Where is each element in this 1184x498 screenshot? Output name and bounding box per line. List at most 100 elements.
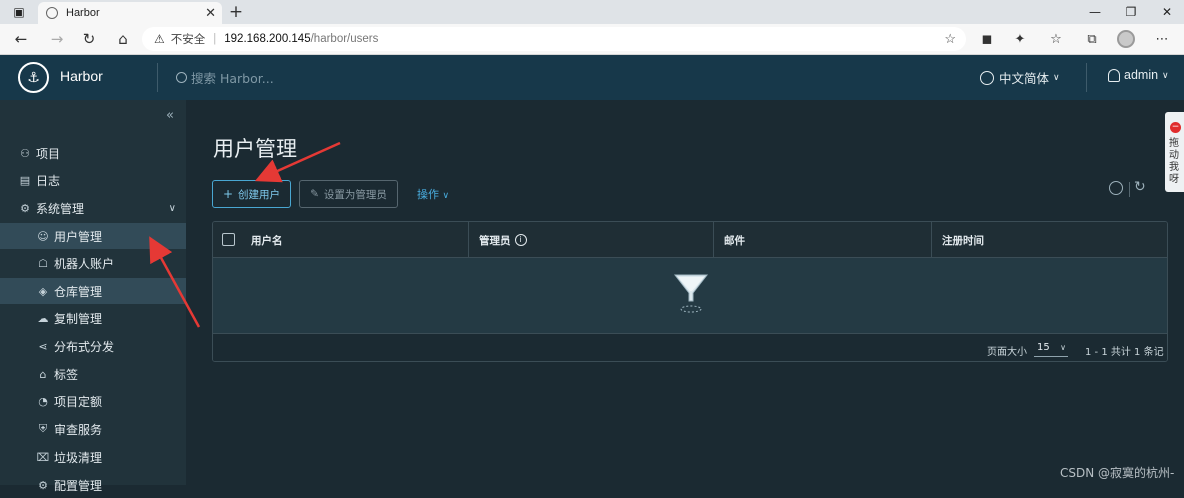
total-records: 1 - 1 共计 1 条记录 [1085, 347, 1164, 358]
maximize-icon[interactable]: ❐ [1114, 0, 1148, 24]
harbor-logo-icon[interactable]: ⚓ [18, 62, 49, 93]
user-menu[interactable]: admin ∨ [1108, 68, 1169, 82]
table-body-empty [213, 258, 1167, 333]
sidebar-item-label: 分布式分发 [54, 339, 115, 354]
quota-icon: ◔ [38, 394, 48, 408]
reload-icon[interactable]: ↻ [76, 27, 102, 51]
sidebar-item-label: 垃圾清理 [54, 450, 103, 465]
sidebar-item-administration[interactable]: ⚙ 系统管理 ∨ [0, 195, 186, 221]
search-icon[interactable] [1109, 181, 1123, 195]
warning-icon: ⚠ [154, 32, 165, 46]
table-footer: 页面大小 15 ∨ 1 - 1 共计 1 条记录 [213, 333, 1167, 361]
sidebar: « ⚇ 项目 ▤ 日志 ⚙ 系统管理 ∨ ☺ 用户管理 ☖ 机器人账户 ◈ 仓库… [0, 100, 186, 493]
chevron-down-icon: ∨ [442, 191, 450, 201]
new-tab-button[interactable]: + [226, 0, 246, 24]
users-icon: ☺ [37, 229, 49, 243]
set-admin-label: 设置为管理员 [323, 188, 387, 201]
chevron-down-icon: ∨ [168, 202, 176, 214]
back-icon[interactable]: ← [8, 27, 34, 51]
page-size-value: 15 [1037, 342, 1050, 353]
more-menu-icon[interactable]: ⋯ [1150, 27, 1174, 51]
page-size-label: 页面大小 [987, 347, 1027, 358]
harbor-favicon-icon [46, 7, 58, 19]
close-window-icon[interactable]: ✕ [1150, 0, 1184, 24]
global-search[interactable]: 搜索 Harbor... [176, 68, 274, 87]
page-size-select[interactable]: 15 ∨ [1034, 339, 1068, 357]
collapse-sidebar-icon[interactable]: « [166, 108, 174, 123]
logs-icon: ▤ [19, 173, 31, 187]
sidebar-item-quotas[interactable]: ◔ 项目定额 [0, 388, 186, 414]
feedback-tab[interactable]: − 拖动我呀 [1165, 112, 1184, 192]
replication-icon: ☁ [37, 311, 49, 325]
column-header-email[interactable]: 邮件 [713, 222, 931, 258]
collections-icon[interactable]: ⧉ [1080, 27, 1104, 51]
minimize-icon[interactable]: — [1078, 0, 1112, 24]
column-label: 用户名 [251, 234, 283, 247]
sidebar-item-scanners[interactable]: ⛨ 审查服务 [0, 416, 186, 442]
globe-icon [980, 70, 994, 85]
header-divider [1086, 63, 1087, 92]
refresh-icon[interactable]: ↻ [1134, 179, 1146, 195]
sidebar-item-projects[interactable]: ⚇ 项目 [0, 140, 186, 166]
security-label: 不安全 [170, 34, 206, 46]
set-admin-button[interactable]: ✎ 设置为管理员 [299, 180, 398, 208]
watermark: CSDN @寂寞的杭州- [1060, 466, 1175, 480]
extensions-puzzle-icon[interactable]: ✦ [1008, 27, 1032, 51]
minus-badge-icon[interactable]: − [1170, 122, 1181, 133]
projects-icon: ⚇ [20, 146, 30, 160]
sidebar-item-labels[interactable]: ⌂ 标签 [0, 361, 186, 387]
registry-icon: ◈ [38, 284, 48, 298]
column-header-username[interactable]: 用户名 [241, 222, 468, 258]
forward-icon[interactable]: → [44, 27, 70, 51]
sidebar-item-users[interactable]: ☺ 用户管理 [0, 223, 186, 249]
sidebar-item-label: 复制管理 [54, 311, 103, 326]
profile-icon[interactable] [1114, 27, 1138, 51]
close-tab-icon[interactable]: ✕ [205, 5, 216, 21]
create-user-button[interactable]: + 创建用户 [212, 180, 291, 208]
table-header: 用户名 管理员 i 邮件 注册时间 [213, 222, 1167, 258]
search-input[interactable]: 搜索 Harbor... [191, 68, 274, 87]
main-content: 用户管理 + 创建用户 ✎ 设置为管理员 操作 ∨ ↻ 用户名 管理员 i 邮件… [186, 100, 1184, 485]
sidebar-item-configuration[interactable]: ⚙ 配置管理 [0, 472, 186, 498]
search-icon [176, 72, 187, 83]
sidebar-item-label: 项目 [36, 146, 61, 161]
chevron-down-icon: ∨ [1162, 69, 1169, 80]
wrench-icon: ✎ [310, 188, 319, 200]
operations-dropdown[interactable]: 操作 ∨ [417, 186, 449, 202]
column-header-registration-time[interactable]: 注册时间 [931, 222, 1167, 258]
address-toolbar: ← → ↻ ⌂ ⚠ 不安全 | 192.168.200.145/harbor/u… [0, 24, 1184, 55]
url-bar[interactable]: ⚠ 不安全 | 192.168.200.145/harbor/users ☆ [142, 27, 966, 51]
tag-icon: ⌂ [39, 367, 47, 381]
sidebar-item-label: 用户管理 [54, 229, 103, 244]
robot-icon: ☖ [38, 256, 48, 270]
select-all-checkbox[interactable] [222, 233, 235, 246]
favorites-icon[interactable]: ☆ [1044, 27, 1068, 51]
sidebar-item-replications[interactable]: ☁ 复制管理 [0, 305, 186, 331]
language-label: 中文简体 [999, 71, 1050, 86]
sidebar-item-distributions[interactable]: ⋖ 分布式分发 [0, 333, 186, 359]
info-icon[interactable]: i [514, 234, 527, 246]
url-separator: | [213, 33, 217, 45]
feedback-text: 拖动我呀 [1169, 138, 1179, 185]
sidebar-item-garbage-collection[interactable]: ⌧ 垃圾清理 [0, 444, 186, 470]
admin-icon: ⚙ [20, 201, 30, 215]
sidebar-item-robot-accounts[interactable]: ☖ 机器人账户 [0, 250, 186, 276]
header-divider [157, 63, 158, 92]
favorite-add-icon[interactable]: ☆ [944, 31, 956, 47]
browser-tab-bar: ▣ Harbor ✕ + — ❐ ✕ [0, 0, 1184, 24]
column-label: 注册时间 [942, 234, 984, 247]
tab-actions-icon[interactable]: ▣ [2, 0, 36, 24]
page-title: 用户管理 [213, 137, 297, 161]
language-selector[interactable]: 中文简体 ∨ [980, 68, 1060, 87]
toolbar-divider [1129, 182, 1130, 197]
browser-tab[interactable]: Harbor ✕ [38, 2, 222, 24]
chevron-down-icon: ∨ [1060, 343, 1066, 352]
extension-icon[interactable]: ◼ [975, 27, 999, 51]
sidebar-item-registries[interactable]: ◈ 仓库管理 [0, 278, 186, 304]
column-label: 管理员 [479, 234, 511, 247]
column-header-admin[interactable]: 管理员 i [468, 222, 713, 258]
sidebar-item-logs[interactable]: ▤ 日志 [0, 167, 186, 193]
brand-name[interactable]: Harbor [60, 68, 103, 84]
home-icon[interactable]: ⌂ [110, 27, 136, 51]
column-label: 邮件 [724, 234, 745, 247]
